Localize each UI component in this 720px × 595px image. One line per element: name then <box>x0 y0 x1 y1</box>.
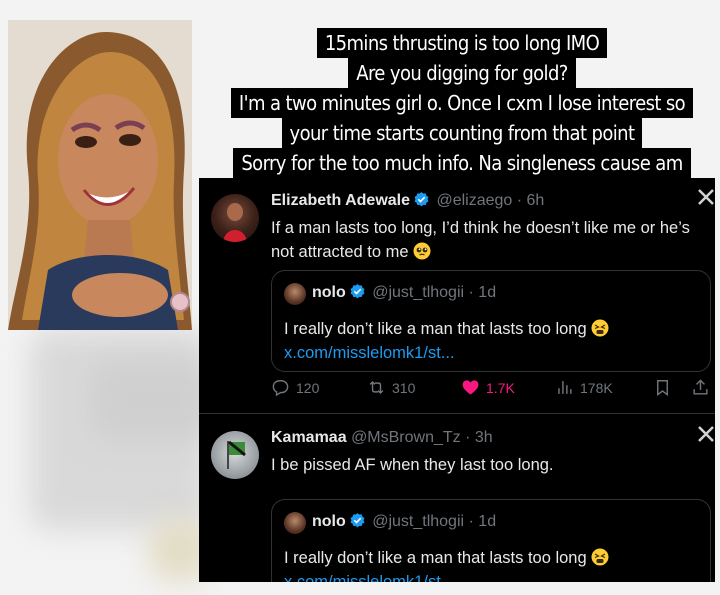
bookmark-button[interactable] <box>653 378 678 397</box>
tweet-text: If a man lasts too long, I’d think he do… <box>271 219 690 261</box>
author-handle[interactable]: @just_tlhogii <box>372 284 464 301</box>
bookmark-icon <box>657 380 668 397</box>
quote-text: I really don’t like a man that lasts too… <box>284 317 704 365</box>
author-name[interactable]: nolo <box>312 284 346 301</box>
avatar[interactable] <box>284 512 306 534</box>
tweet-time: · 6h <box>516 192 545 209</box>
tweet[interactable]: Elizabeth Adewale @elizaego · 6h If a ma… <box>199 178 715 414</box>
tweet-time: · 1d <box>468 284 497 301</box>
author-name[interactable]: Elizabeth Adewale <box>271 192 410 209</box>
repost-icon <box>369 380 384 395</box>
blurred-background <box>90 360 210 440</box>
like-count: 1.7K <box>486 379 515 396</box>
avatar[interactable] <box>211 194 259 242</box>
like-button[interactable]: 1.7K <box>461 378 515 397</box>
tweet-text: I be pissed AF when they last too long. <box>271 456 554 474</box>
tweet-actions: 120 310 1.7K 178K <box>271 378 708 404</box>
views-count: 178K <box>580 379 613 396</box>
share-icon <box>693 379 708 395</box>
pleading-face-emoji <box>413 242 431 260</box>
tweet-time: · 1d <box>468 513 497 530</box>
verified-badge-icon <box>413 191 430 208</box>
repost-count: 310 <box>392 379 416 396</box>
views-button[interactable]: 178K <box>555 378 613 397</box>
tweet-header: Kamamaa @MsBrown_Tz · 3h <box>271 427 493 449</box>
views-icon <box>558 381 572 394</box>
quote-link[interactable]: x.com/misslelomk1/st... <box>284 573 455 582</box>
caption-line: 15mins thrusting is too long IMO <box>316 28 608 58</box>
tweet[interactable]: Kamamaa @MsBrown_Tz · 3h I be pissed AF … <box>199 415 715 582</box>
reply-icon <box>272 380 289 397</box>
caption-line: your time starts counting from that poin… <box>281 118 643 148</box>
avatar[interactable] <box>284 283 306 305</box>
portrait-photo <box>8 20 192 330</box>
verified-badge-icon <box>349 283 366 300</box>
tweet-thread-panel: Elizabeth Adewale @elizaego · 6h If a ma… <box>199 178 715 582</box>
close-icon[interactable] <box>695 186 715 208</box>
author-name[interactable]: nolo <box>312 513 346 530</box>
tweet-header: Elizabeth Adewale @elizaego · 6h <box>271 190 544 212</box>
story-caption: 15mins thrusting is too long IMO Are you… <box>212 28 712 178</box>
repost-button[interactable]: 310 <box>367 378 415 397</box>
caption-line: Sorry for the too much info. Na singlene… <box>233 148 691 178</box>
verified-badge-icon <box>349 512 366 529</box>
reply-button[interactable]: 120 <box>271 378 319 397</box>
author-handle[interactable]: @elizaego <box>436 192 512 209</box>
tweet-time: · 3h <box>465 429 493 446</box>
quoted-tweet[interactable]: nolo @just_tlhogii · 1d I really don’t l… <box>271 270 711 372</box>
author-handle[interactable]: @MsBrown_Tz <box>351 429 461 446</box>
heart-icon <box>462 380 479 395</box>
caption-line: Are you digging for gold? <box>348 58 576 88</box>
tired-face-emoji <box>591 319 609 337</box>
quote-text: I really don’t like a man that lasts too… <box>284 546 704 582</box>
avatar[interactable] <box>211 431 259 479</box>
quote-header: nolo @just_tlhogii · 1d <box>312 282 496 304</box>
tired-face-emoji <box>591 548 609 566</box>
quote-header: nolo @just_tlhogii · 1d <box>312 511 496 533</box>
share-button[interactable] <box>691 378 715 397</box>
reply-count: 120 <box>296 379 320 396</box>
quote-link[interactable]: x.com/misslelomk1/st... <box>284 344 455 362</box>
close-icon[interactable] <box>695 423 715 445</box>
author-name[interactable]: Kamamaa <box>271 429 347 446</box>
author-handle[interactable]: @just_tlhogii <box>372 513 464 530</box>
caption-line: I'm a two minutes girl o. Once I cxm I l… <box>230 88 694 118</box>
quoted-tweet[interactable]: nolo @just_tlhogii · 1d I really don’t l… <box>271 499 711 582</box>
